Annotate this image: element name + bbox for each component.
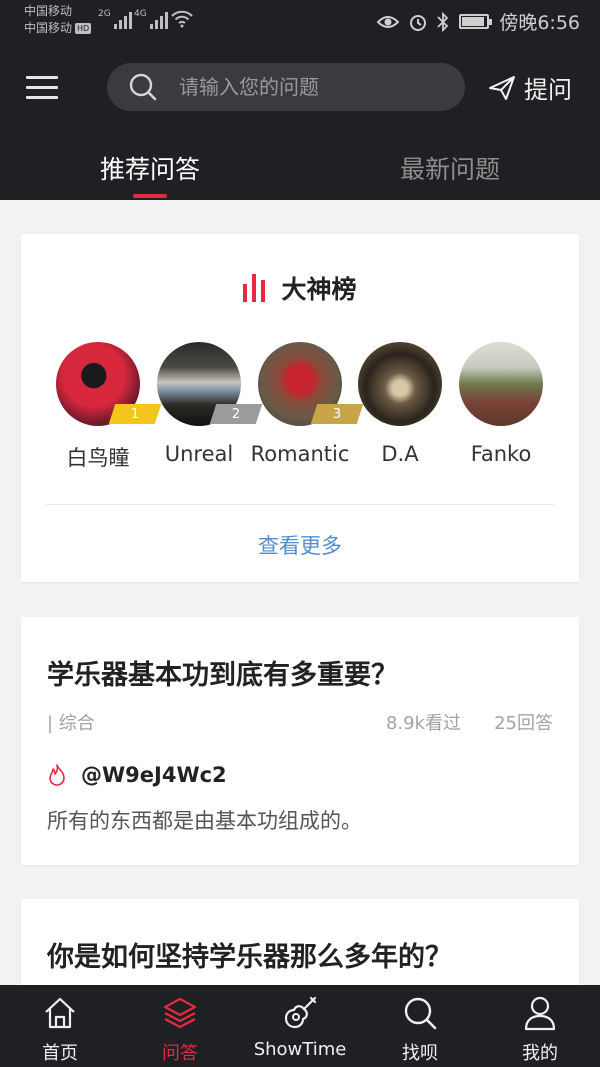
answer-excerpt[interactable]: 所有的东西都是由基本功组成的。 [47,805,362,835]
layers-icon [120,993,240,1033]
active-tab-indicator [133,194,167,198]
ask-question-button[interactable]: 提问 [488,70,572,105]
send-icon [489,75,515,100]
user-name: Fanko [470,442,532,466]
signal-icon-2: 4G [134,9,168,29]
avatar[interactable] [459,342,543,426]
question-title[interactable]: 学乐器基本功到底有多重要？ [47,653,398,692]
search-icon [360,993,480,1033]
nav-me[interactable]: 我的 [480,993,600,1065]
bottom-nav: 首页 问答 ShowTime 找呗 我的 [0,985,600,1067]
alarm-icon [410,14,427,31]
app-header: 提问 推荐问答 最新问题 [0,42,600,200]
search-bar[interactable] [107,63,465,111]
nav-showtime[interactable]: ShowTime [240,993,360,1060]
nav-find[interactable]: 找呗 [360,993,480,1065]
see-more-link[interactable]: 查看更多 [21,530,579,560]
menu-icon [26,76,58,79]
question-card[interactable]: 学乐器基本功到底有多重要？ | 综合 8.9k看过 25回答 @W9eJ4Wc2… [21,617,579,865]
network-type-2: 4G [134,9,147,19]
carrier-info: 中国移动 中国移动 HD [24,3,92,37]
tab-latest[interactable]: 最新问题 [350,150,550,186]
status-right: 傍晚6:56 [377,8,580,35]
user-icon [480,993,600,1033]
bluetooth-icon [437,11,449,32]
battery-icon [459,14,493,29]
network-type-1: 2G [98,9,111,19]
question-card[interactable]: 你是如何坚持学乐器那么多年的？ [21,899,579,999]
answer-author[interactable]: @W9eJ4Wc2 [47,763,227,787]
nav-label: 首页 [42,1043,78,1064]
nav-home[interactable]: 首页 [0,993,120,1065]
wifi-icon [171,10,193,28]
eye-icon [377,15,400,28]
hd-badge: HD [75,23,92,34]
question-tabs: 推荐问答 最新问题 [0,142,600,200]
nav-qa[interactable]: 问答 [120,993,240,1065]
leaderboard-card: 大神榜 1 白鸟瞳 2 Unreal 3 Romantic D.A Fanko … [21,234,579,582]
answer-count: 25回答 [494,713,553,734]
question-title[interactable]: 你是如何坚持学乐器那么多年的？ [47,935,452,974]
nav-label: 找呗 [402,1043,438,1064]
leaderboard-title: 大神榜 [281,275,357,304]
carrier-2: 中国移动 [24,21,73,35]
search-input[interactable] [179,75,439,99]
divider [46,504,554,505]
carrier-1: 中国移动 [24,4,73,18]
clock: 傍晚6:56 [499,12,580,34]
ask-label: 提问 [524,76,572,104]
signal-icon-1: 2G [98,9,132,29]
menu-button[interactable] [26,76,58,100]
view-count: 8.9k看过 [385,713,461,734]
author-name[interactable]: @W9eJ4Wc2 [81,763,227,787]
tab-recommended[interactable]: 推荐问答 [50,150,250,186]
leaderboard-heading: 大神榜 [21,270,579,306]
flame-icon [49,764,65,786]
question-category: | 综合 [47,713,95,734]
avatar[interactable] [358,342,442,426]
nav-label: ShowTime [253,1039,347,1060]
home-icon [0,993,120,1033]
leaderboard-user[interactable]: Fanko [441,342,561,466]
search-icon [129,73,157,101]
bar-chart-icon [243,274,266,302]
guitar-icon [240,993,360,1033]
nav-label: 问答 [162,1043,198,1064]
status-bar: 中国移动 中国移动 HD 2G 4G 傍晚6:56 [0,0,600,42]
nav-label: 我的 [522,1043,558,1064]
